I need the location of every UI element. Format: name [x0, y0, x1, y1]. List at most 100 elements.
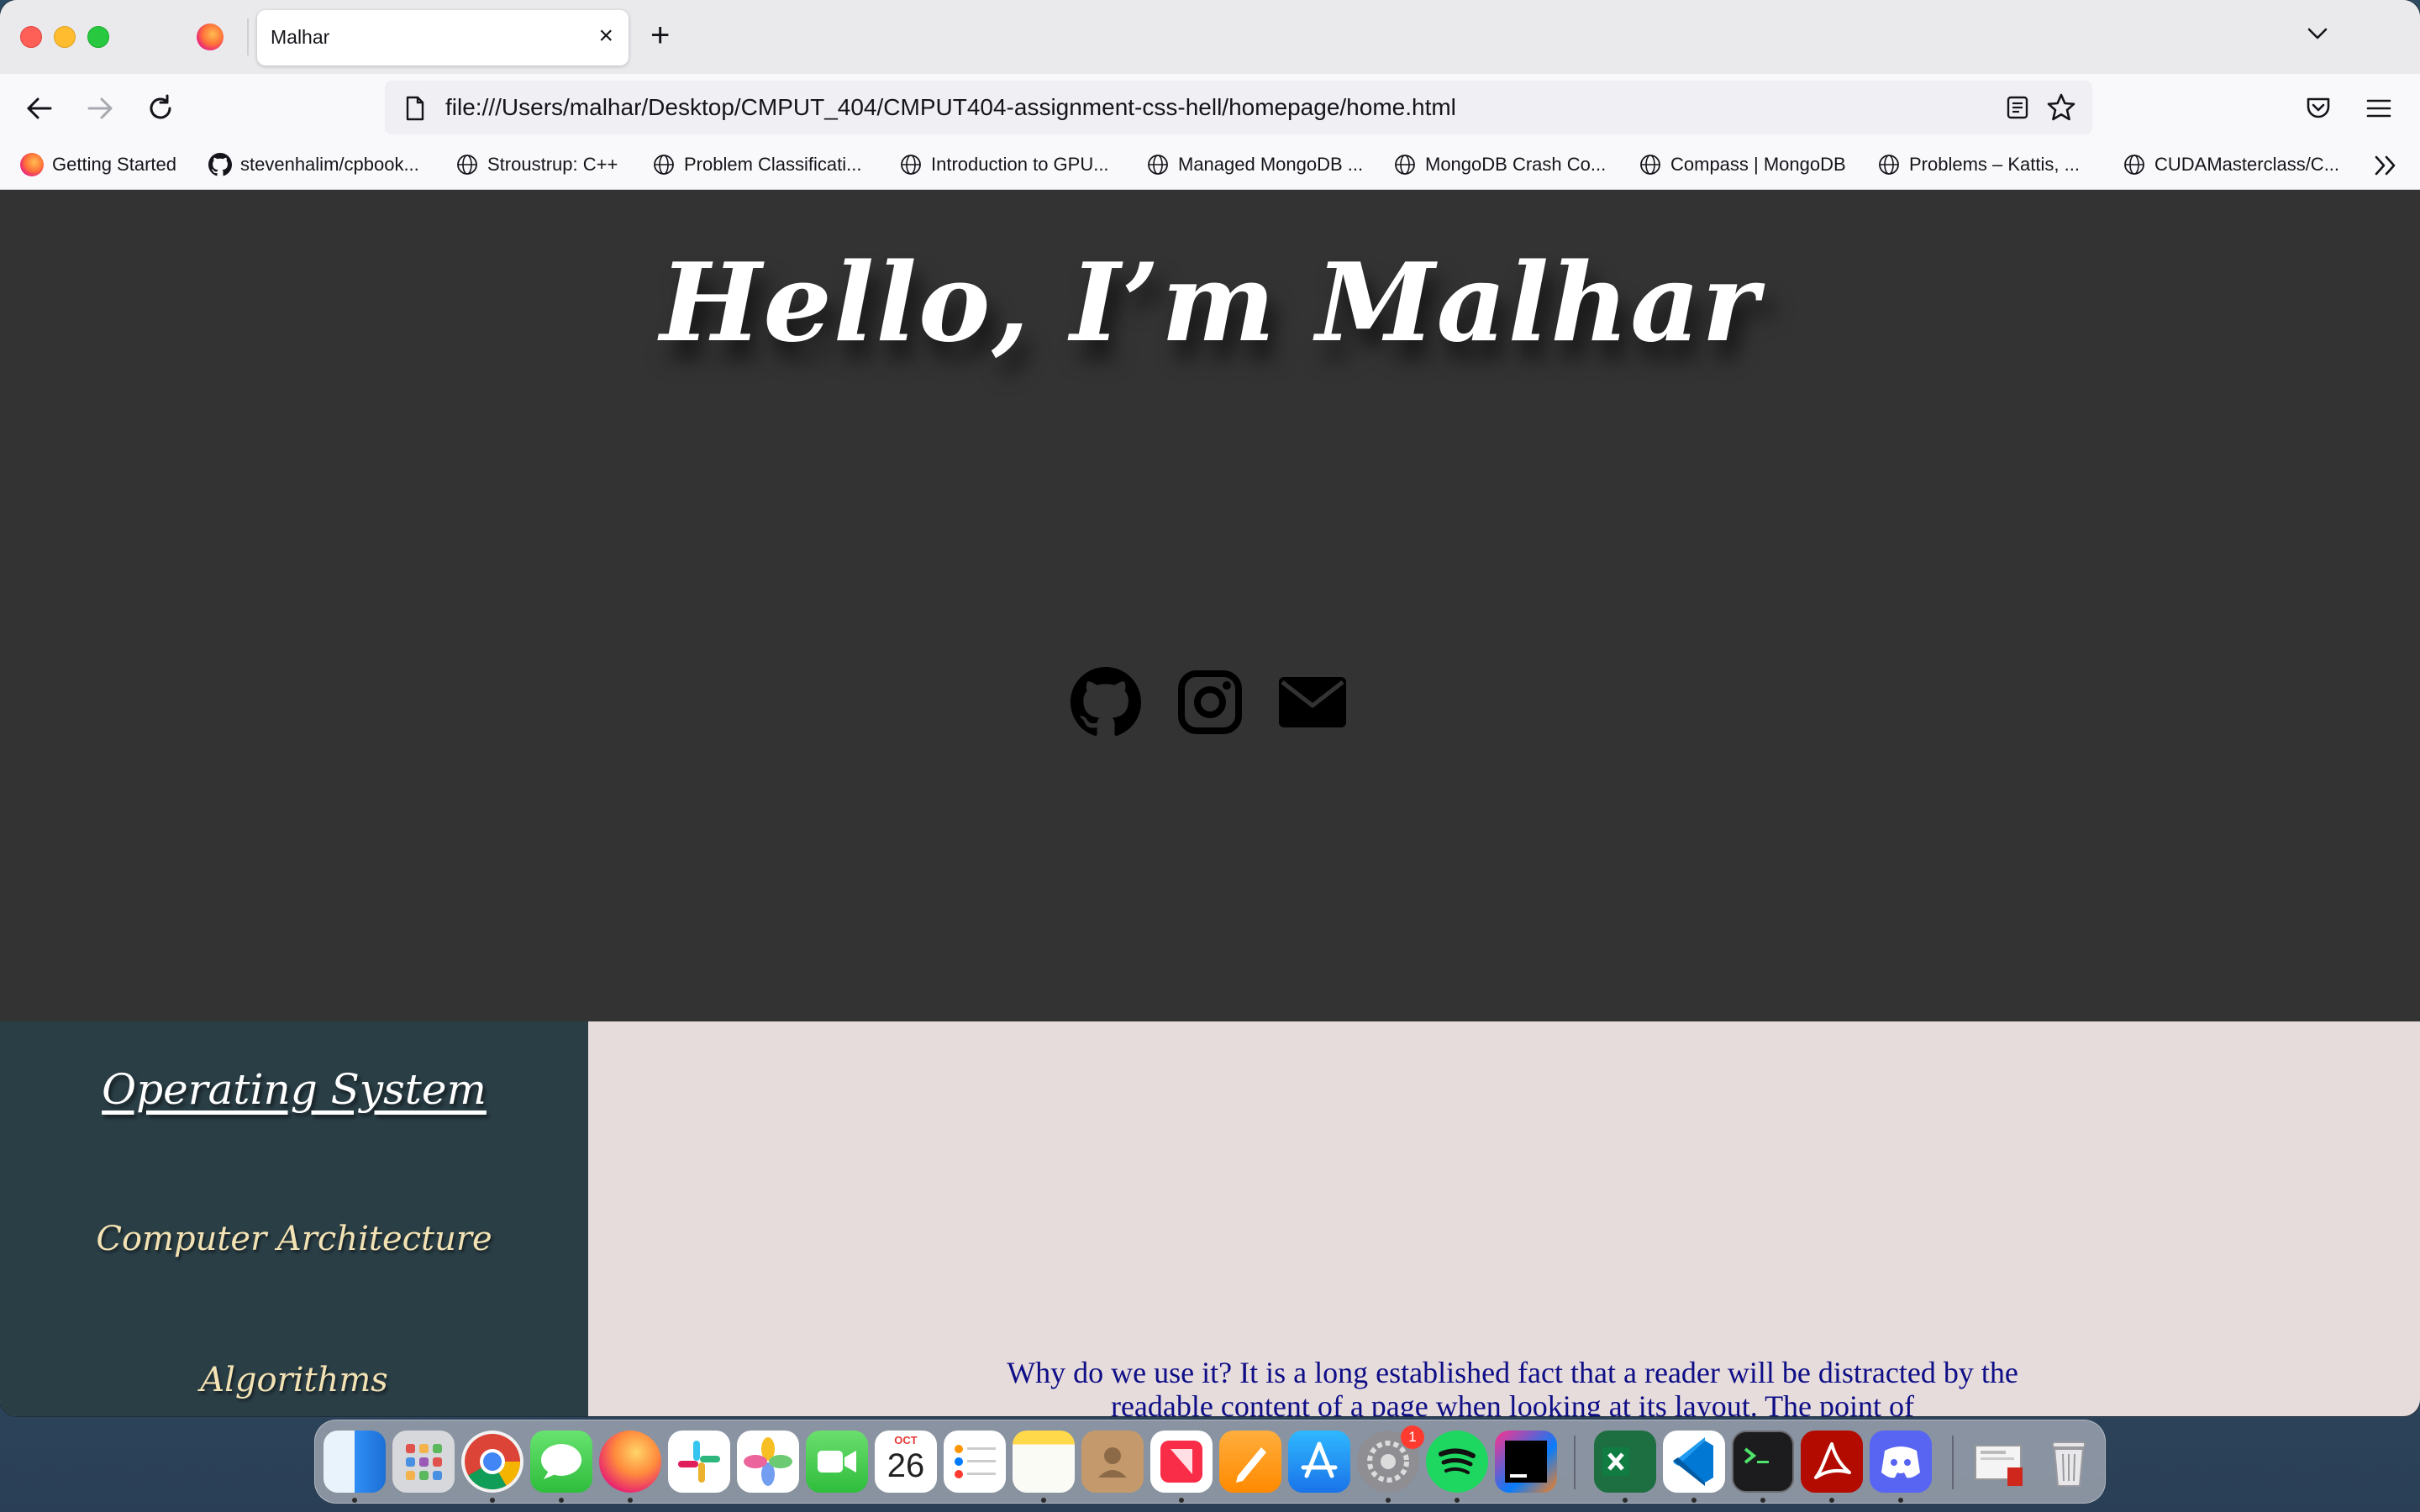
messages-app-icon[interactable]: [530, 1431, 592, 1493]
news-app-icon[interactable]: [1150, 1431, 1213, 1493]
instagram-icon[interactable]: [1175, 667, 1245, 738]
bookmark-star-icon[interactable]: [2045, 92, 2077, 123]
content-panel: Why do we use it? It is a long establish…: [588, 1021, 2420, 1416]
discord-app-icon[interactable]: [1870, 1431, 1932, 1493]
bookmark-item[interactable]: Introduction to GPU...: [899, 150, 1109, 180]
globe-icon: [654, 155, 674, 175]
sidebar-item-operating-system[interactable]: Operating System: [0, 1065, 588, 1114]
running-indicator: [352, 1498, 357, 1503]
pocket-icon[interactable]: [2304, 94, 2333, 123]
firefox-app-icon[interactable]: [599, 1431, 661, 1493]
trash-icon[interactable]: [2038, 1431, 2100, 1493]
launchpad-app-icon[interactable]: [392, 1431, 455, 1493]
firefox-pinned-tab-icon[interactable]: [197, 24, 224, 50]
sidebar-item-computer-architecture[interactable]: Computer Architecture: [0, 1220, 588, 1258]
bookmark-item[interactable]: Problems – Kattis, ...: [1877, 150, 2080, 180]
calendar-day: 26: [886, 1447, 925, 1484]
macos-dock: OCT 26 1: [314, 1420, 2106, 1504]
bookmark-label: stevenhalim/cpbook...: [240, 154, 419, 175]
browser-window: Malhar × + file:///Users/malhar/Desktop/…: [0, 0, 2420, 1416]
content-paragraph: Why do we use it? It is a long establish…: [1007, 1356, 2018, 1416]
notes-app-icon[interactable]: [1013, 1431, 1075, 1493]
url-bar[interactable]: file:///Users/malhar/Desktop/CMPUT_404/C…: [385, 81, 2092, 134]
bookmark-label: Getting Started: [52, 154, 176, 175]
globe-icon: [1640, 155, 1660, 175]
excel-app-icon[interactable]: [1594, 1431, 1656, 1493]
running-indicator: [490, 1498, 495, 1503]
running-indicator: [628, 1498, 633, 1503]
running-indicator: [1041, 1498, 1046, 1503]
running-indicator: [1691, 1498, 1697, 1503]
acrobat-app-icon[interactable]: [1801, 1431, 1863, 1493]
system-preferences-app-icon[interactable]: 1: [1357, 1425, 1424, 1493]
bookmark-label: Problem Classificati...: [684, 154, 862, 175]
zoom-window-button[interactable]: [87, 26, 109, 48]
globe-icon: [901, 155, 921, 175]
forward-arrow-icon[interactable]: [84, 92, 116, 124]
tab-list-chevron-icon[interactable]: [2304, 20, 2331, 47]
running-indicator: [1455, 1498, 1460, 1503]
app-store-app-icon[interactable]: [1288, 1431, 1350, 1493]
dock-separator: [1574, 1436, 1576, 1489]
reader-view-icon[interactable]: [2005, 95, 2030, 120]
tab-title: Malhar: [271, 26, 330, 48]
tab-close-icon[interactable]: ×: [598, 22, 613, 50]
running-indicator: [1898, 1498, 1903, 1503]
downloads-stack-icon[interactable]: [1969, 1431, 2031, 1493]
running-indicator: [1829, 1498, 1834, 1503]
github-icon: [208, 153, 232, 176]
reload-icon[interactable]: [145, 92, 176, 124]
bookmark-label: Introduction to GPU...: [931, 154, 1109, 175]
vs-code-app-icon[interactable]: [1663, 1431, 1725, 1493]
slack-app-icon[interactable]: [668, 1431, 730, 1493]
bookmark-item[interactable]: Problem Classificati...: [652, 150, 862, 180]
close-window-button[interactable]: [20, 26, 42, 48]
reminders-app-icon[interactable]: [944, 1431, 1006, 1493]
running-indicator: [1760, 1498, 1765, 1503]
globe-icon: [457, 155, 477, 175]
firefox-icon: [20, 153, 44, 176]
navigation-toolbar: file:///Users/malhar/Desktop/CMPUT_404/C…: [0, 74, 2420, 141]
tab-malhar[interactable]: Malhar ×: [257, 10, 629, 66]
chrome-app-icon[interactable]: [461, 1431, 523, 1493]
intellij-idea-app-icon[interactable]: [1495, 1431, 1557, 1493]
terminal-app-icon[interactable]: [1732, 1431, 1794, 1493]
running-indicator: [1179, 1498, 1184, 1503]
calendar-app-icon[interactable]: OCT 26: [875, 1431, 937, 1493]
bookmark-item[interactable]: CUDAMasterclass/C...: [2123, 150, 2339, 180]
minimize-window-button[interactable]: [54, 26, 76, 48]
contacts-app-icon[interactable]: [1081, 1431, 1144, 1493]
facetime-app-icon[interactable]: [806, 1431, 868, 1493]
bookmark-label: MongoDB Crash Co...: [1425, 154, 1607, 175]
hero-title: Hello, I’m Malhar: [660, 240, 1760, 366]
url-text[interactable]: file:///Users/malhar/Desktop/CMPUT_404/C…: [445, 94, 1456, 121]
bookmark-label: CUDAMasterclass/C...: [2154, 154, 2340, 175]
hero-section: Hello, I’m Malhar: [0, 190, 2420, 1021]
globe-icon: [1395, 155, 1415, 175]
bookmark-label: Problems – Kattis, ...: [1909, 154, 2080, 175]
sidebar-item-algorithms[interactable]: Algorithms: [0, 1361, 588, 1399]
bookmark-item[interactable]: Managed MongoDB ...: [1146, 150, 1363, 180]
pages-app-icon[interactable]: [1219, 1431, 1281, 1493]
bookmark-item[interactable]: Getting Started: [20, 150, 176, 180]
bookmark-label: Compass | MongoDB: [1670, 154, 1846, 175]
globe-icon: [1148, 155, 1168, 175]
envelope-icon[interactable]: [1277, 667, 1348, 738]
finder-app-icon[interactable]: [324, 1431, 386, 1493]
bookmark-item[interactable]: stevenhalim/cpbook...: [208, 150, 419, 180]
more-bookmarks-chevron-icon[interactable]: [2371, 153, 2400, 178]
back-arrow-icon[interactable]: [24, 92, 55, 124]
bookmarks-toolbar: Getting Started stevenhalim/cpbook... St…: [0, 141, 2420, 190]
bookmark-item[interactable]: MongoDB Crash Co...: [1393, 150, 1606, 180]
photos-app-icon[interactable]: [737, 1431, 799, 1493]
bookmark-item[interactable]: Stroustrup: C++: [455, 150, 618, 180]
hamburger-menu-icon[interactable]: [2365, 96, 2393, 121]
running-indicator: [559, 1498, 564, 1503]
spotify-app-icon[interactable]: [1426, 1431, 1488, 1493]
globe-icon: [1879, 155, 1899, 175]
bookmark-label: Stroustrup: C++: [487, 154, 618, 175]
bookmark-item[interactable]: Compass | MongoDB: [1639, 150, 1846, 180]
github-icon[interactable]: [1071, 667, 1141, 738]
new-tab-button[interactable]: +: [650, 17, 670, 54]
bookmark-label: Managed MongoDB ...: [1178, 154, 1364, 175]
